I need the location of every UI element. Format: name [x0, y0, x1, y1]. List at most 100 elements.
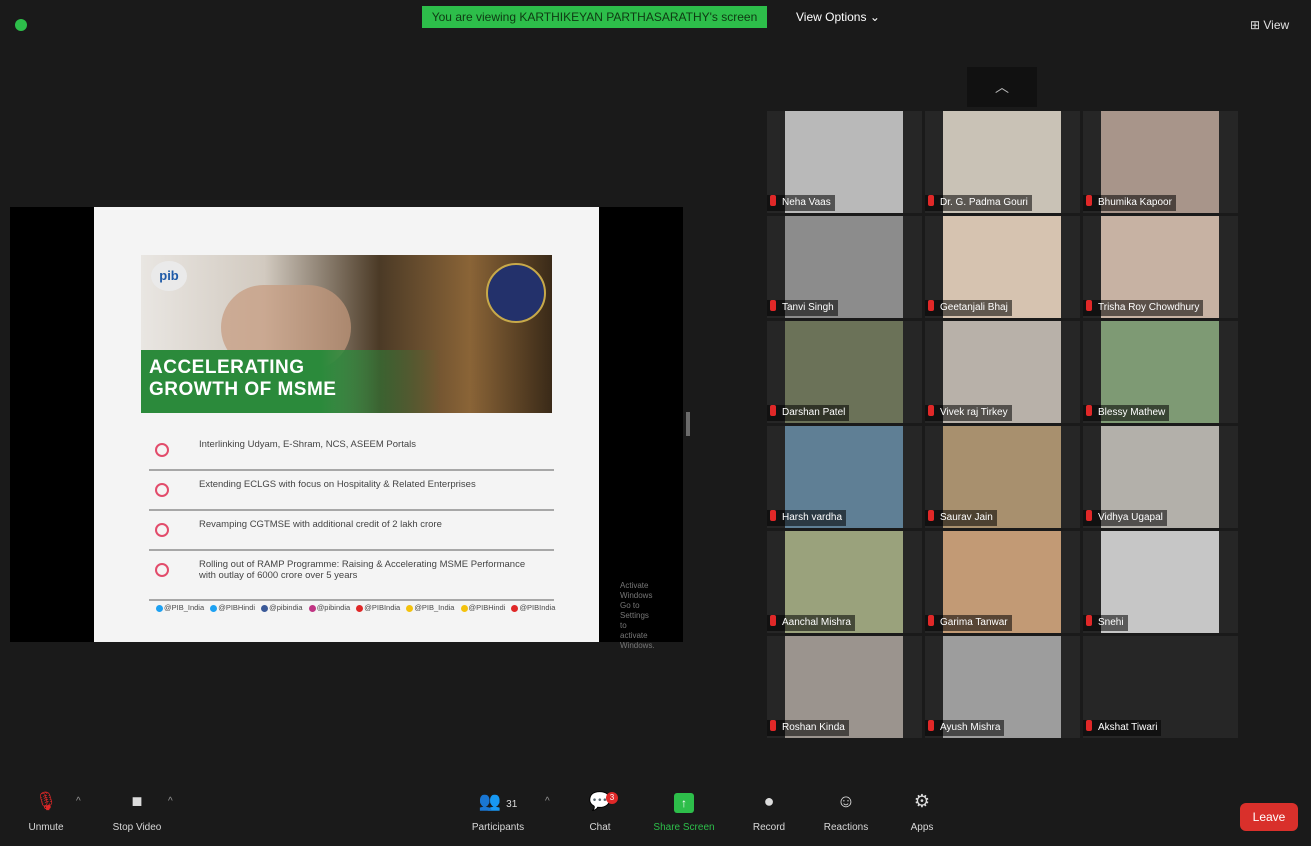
chat-unread-badge: 3 — [606, 792, 618, 804]
slide-bullet-text: Interlinking Udyam, E-Shram, NCS, ASEEM … — [199, 439, 416, 450]
participant-name: Neha Vaas — [782, 197, 831, 208]
pib-logo: pib — [151, 261, 187, 291]
muted-mic-icon — [770, 720, 776, 731]
participant-tile[interactable]: Aanchal Mishra — [767, 531, 922, 633]
participant-name-tag: Akshat Tiwari — [1083, 720, 1162, 736]
muted-mic-icon — [1086, 300, 1092, 311]
participant-tile[interactable]: Saurav Jain — [925, 426, 1080, 528]
reactions-button[interactable]: ☺ Reactions — [818, 790, 874, 833]
reactions-label: Reactions — [823, 822, 869, 833]
stop-video-label: Stop Video — [112, 822, 162, 833]
audio-options-caret-icon[interactable]: ^ — [76, 796, 81, 807]
share-screen-icon: ↑ — [674, 793, 694, 813]
muted-mic-icon — [1086, 195, 1092, 206]
participants-caret-icon[interactable]: ^ — [545, 796, 550, 807]
gallery-scroll-up-button[interactable]: ︿ — [967, 67, 1037, 107]
share-screen-button[interactable]: ↑ Share Screen — [648, 790, 720, 833]
participant-tile[interactable]: Bhumika Kapoor — [1083, 111, 1238, 213]
participant-name-tag: Harsh vardha — [767, 510, 847, 526]
security-shield-icon[interactable] — [15, 19, 27, 31]
activate-windows-title: Activate Windows — [620, 581, 653, 600]
chevron-down-icon: ⌄ — [869, 10, 880, 24]
record-button[interactable]: ● Record — [748, 790, 790, 833]
muted-mic-icon — [1086, 405, 1092, 416]
reactions-icon: ☺ — [836, 791, 856, 811]
target-icon — [155, 483, 169, 497]
presentation-slide: pib ACCELERATING GROWTH OF MSME Interlin… — [94, 207, 655, 650]
muted-microphone-icon: 🎙 — [34, 791, 58, 811]
participant-tile[interactable]: Snehi — [1083, 531, 1238, 633]
participant-name-tag: Neha Vaas — [767, 195, 835, 211]
video-options-caret-icon[interactable]: ^ — [168, 796, 173, 807]
participant-tile[interactable]: Tanvi Singh — [767, 216, 922, 318]
participant-name: Geetanjali Bhaj — [940, 302, 1008, 313]
participants-label: Participants — [471, 822, 525, 833]
participant-name-tag: Tanvi Singh — [767, 300, 838, 316]
split-resize-handle[interactable] — [686, 412, 690, 436]
slide-bullet-text: Rolling out of RAMP Programme: Raising &… — [199, 559, 526, 581]
participant-tile[interactable]: Harsh vardha — [767, 426, 922, 528]
muted-mic-icon — [770, 300, 776, 311]
view-layout-button[interactable]: ⊞ View — [1250, 18, 1289, 32]
participant-name: Harsh vardha — [782, 512, 843, 523]
participant-tile[interactable]: Darshan Patel — [767, 321, 922, 423]
participant-name-tag: Vidhya Ugapal — [1083, 510, 1167, 526]
view-options-button[interactable]: View Options ⌄ — [790, 8, 886, 26]
participant-name: Vivek raj Tirkey — [940, 407, 1008, 418]
muted-mic-icon — [1086, 615, 1092, 626]
participant-name-tag: Bhumika Kapoor — [1083, 195, 1176, 211]
participant-tile[interactable]: Neha Vaas — [767, 111, 922, 213]
participant-tile[interactable]: Geetanjali Bhaj — [925, 216, 1080, 318]
apps-icon: ⚙ — [913, 791, 931, 811]
participant-tile[interactable]: Garima Tanwar — [925, 531, 1080, 633]
slide-hero-image: pib ACCELERATING GROWTH OF MSME — [141, 255, 552, 413]
target-icon — [155, 443, 169, 457]
participant-tile[interactable]: Vidhya Ugapal — [1083, 426, 1238, 528]
participant-name: Bhumika Kapoor — [1098, 197, 1172, 208]
slide-bullet: Rolling out of RAMP Programme: Raising &… — [149, 555, 554, 601]
participant-name: Blessy Mathew — [1098, 407, 1166, 418]
participant-name-tag: Roshan Kinda — [767, 720, 849, 736]
participant-tile[interactable]: Dr. G. Padma Gouri — [925, 111, 1080, 213]
participants-icon: 👥 31 — [478, 791, 518, 811]
social-handle: @pibindia — [261, 603, 303, 612]
muted-mic-icon — [928, 405, 934, 416]
social-handle: @PIBHindi — [210, 603, 255, 612]
muted-mic-icon — [770, 615, 776, 626]
participant-name: Garima Tanwar — [940, 617, 1008, 628]
participant-tile[interactable]: Ayush Mishra — [925, 636, 1080, 738]
unmute-button[interactable]: 🎙 Unmute — [22, 790, 70, 833]
participants-button[interactable]: 👥 31 Participants — [466, 790, 530, 833]
participant-name: Akshat Tiwari — [1098, 722, 1158, 733]
muted-mic-icon — [770, 510, 776, 521]
muted-mic-icon — [928, 510, 934, 521]
participant-name: Vidhya Ugapal — [1098, 512, 1163, 523]
slide-bullet-text: Revamping CGTMSE with additional credit … — [199, 519, 442, 530]
participant-name-tag: Vivek raj Tirkey — [925, 405, 1012, 421]
participant-name-tag: Snehi — [1083, 615, 1128, 631]
muted-mic-icon — [928, 300, 934, 311]
participant-name-tag: Dr. G. Padma Gouri — [925, 195, 1032, 211]
slide-bullet: Revamping CGTMSE with additional credit … — [149, 515, 554, 551]
participant-tile[interactable]: Akshat Tiwari — [1083, 636, 1238, 738]
leave-button[interactable]: Leave — [1240, 803, 1298, 831]
participant-name: Dr. G. Padma Gouri — [940, 197, 1028, 208]
participant-tile[interactable]: Roshan Kinda — [767, 636, 922, 738]
target-icon — [155, 563, 169, 577]
stop-video-button[interactable]: ■ Stop Video — [104, 790, 170, 833]
top-bar: You are viewing KARTHIKEYAN PARTHASARATH… — [0, 0, 1311, 40]
social-handle: @PIB_India — [406, 603, 454, 612]
meeting-toolbar: 🎙 Unmute ^ ■ Stop Video ^ 👥 31 Participa… — [0, 782, 1311, 846]
participant-name-tag: Saurav Jain — [925, 510, 997, 526]
participant-tile[interactable]: Blessy Mathew — [1083, 321, 1238, 423]
activate-windows-subtitle: Go to Settings to activate Windows. — [620, 601, 655, 650]
participant-tile[interactable]: Trisha Roy Chowdhury — [1083, 216, 1238, 318]
participant-name-tag: Darshan Patel — [767, 405, 850, 421]
participant-tile[interactable]: Vivek raj Tirkey — [925, 321, 1080, 423]
target-icon — [155, 523, 169, 537]
slide-title-line-1: ACCELERATING — [149, 357, 305, 378]
muted-mic-icon — [770, 405, 776, 416]
participant-name: Darshan Patel — [782, 407, 846, 418]
video-camera-icon: ■ — [131, 791, 143, 811]
apps-button[interactable]: ⚙ Apps — [904, 790, 940, 833]
